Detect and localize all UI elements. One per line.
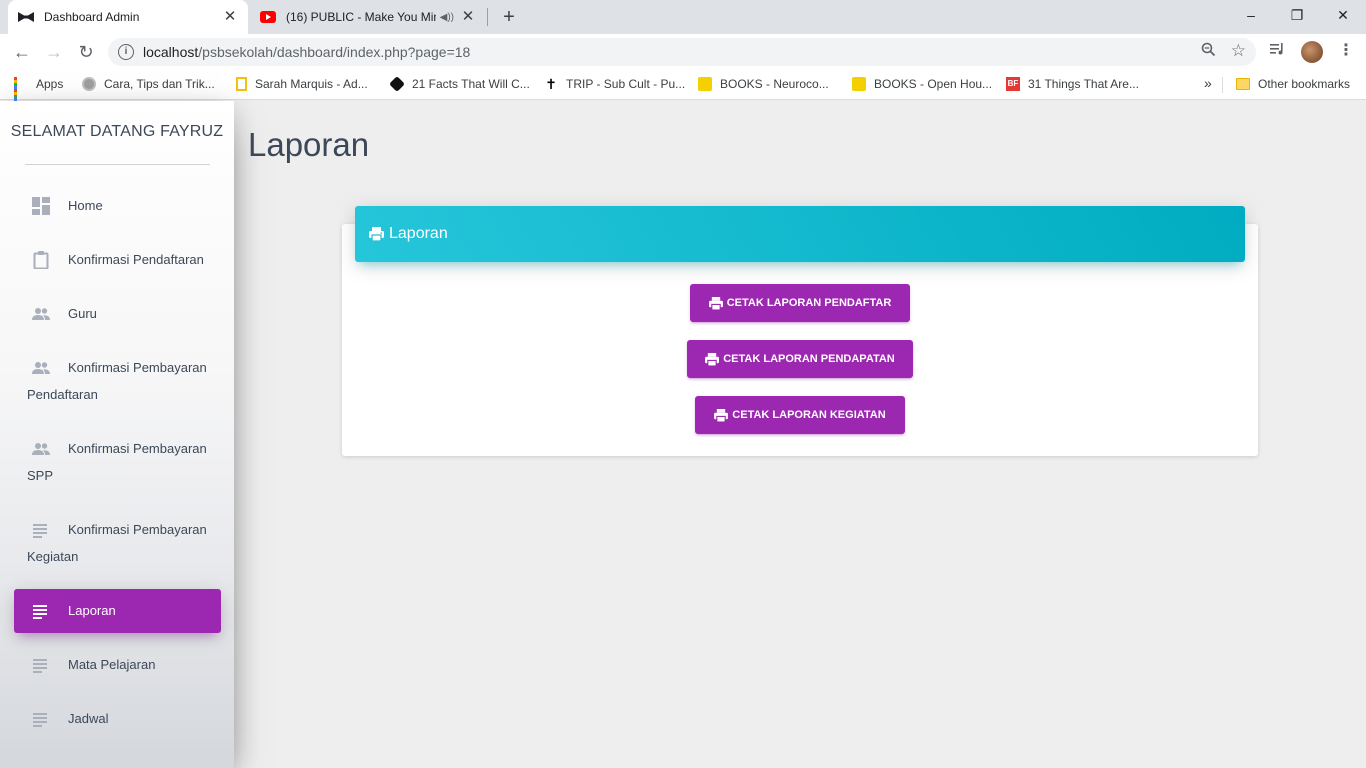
- sidebar-item-mata-pelajaran[interactable]: Mata Pelajaran: [14, 656, 221, 674]
- bookmark-star-icon[interactable]: ☆: [1231, 41, 1246, 61]
- bookmark-label: 31 Things That Are...: [1028, 77, 1139, 91]
- cetak-laporan-pendapatan-button[interactable]: CETAK LAPORAN PENDAPATAN: [687, 340, 913, 378]
- back-arrow-icon[interactable]: ←: [10, 40, 34, 64]
- restore-button[interactable]: ❐: [1274, 0, 1320, 30]
- browser-tabstrip: Dashboard Admin ✕ (16) PUBLIC - Make You…: [0, 0, 1366, 34]
- speaker-icon[interactable]: ◀)): [440, 12, 454, 23]
- browser-toolbar: ← → ↻ i localhost/psbsekolah/dashboard/i…: [0, 34, 1366, 70]
- sidebar-item-guru[interactable]: Guru: [14, 305, 221, 323]
- tab-dashboard-admin[interactable]: Dashboard Admin ✕: [8, 0, 248, 34]
- print-icon: [705, 352, 720, 366]
- sidebar-item-label-line2: Kegiatan: [27, 549, 79, 564]
- bookmark-31-things[interactable]: BF 31 Things That Are...: [1006, 77, 1139, 91]
- bookmark-sarah-marquis[interactable]: Sarah Marquis - Ad...: [236, 77, 368, 91]
- bookmark-label: 21 Facts That Will C...: [412, 77, 530, 91]
- bookmark-21-facts[interactable]: 21 Facts That Will C...: [389, 76, 530, 92]
- sidebar: SELAMAT DATANG FAYRUZ Home Konfirmasi Pe…: [0, 101, 234, 768]
- apps-grid-icon: [14, 77, 28, 104]
- bookmark-books-neuroco[interactable]: BOOKS - Neuroco...: [698, 77, 829, 91]
- sidebar-item-label-line2: SPP: [27, 468, 54, 483]
- minimize-button[interactable]: –: [1228, 0, 1274, 30]
- profile-avatar[interactable]: [1301, 41, 1323, 63]
- youtube-icon: [260, 9, 276, 25]
- people-icon: [32, 440, 50, 458]
- print-icon: [708, 296, 723, 310]
- page-title: Laporan: [248, 126, 370, 163]
- close-window-button[interactable]: ✕: [1320, 0, 1366, 30]
- tab-divider: [487, 8, 488, 26]
- tab-title: Dashboard Admin: [44, 10, 140, 24]
- sidebar-item-pembayaran-kegiatan[interactable]: Konfirmasi Pembayaran Kegiatan: [14, 521, 221, 566]
- bookmark-label: Sarah Marquis - Ad...: [255, 77, 368, 91]
- sidebar-item-label-line2: Pendaftaran: [27, 387, 98, 402]
- sidebar-brand: SELAMAT DATANG FAYRUZ: [10, 123, 224, 140]
- bookmark-label: Apps: [36, 77, 64, 91]
- tab-youtube[interactable]: (16) PUBLIC - Make You Mine ◀)) ✕: [250, 0, 486, 34]
- close-tab-icon[interactable]: ✕: [460, 9, 476, 25]
- button-label: CETAK LAPORAN KEGIATAN: [732, 409, 886, 421]
- cetak-laporan-kegiatan-button[interactable]: CETAK LAPORAN KEGIATAN: [695, 396, 905, 434]
- bowtie-icon: [18, 9, 34, 25]
- clipboard-icon: [32, 251, 50, 270]
- bookmark-label: Cara, Tips dan Trik...: [104, 77, 215, 91]
- address-bar[interactable]: i localhost/psbsekolah/dashboard/index.p…: [108, 38, 1256, 66]
- forward-arrow-icon[interactable]: →: [42, 40, 66, 64]
- globe-icon: [82, 77, 96, 91]
- notes-icon: [32, 602, 50, 620]
- bookmark-apps[interactable]: Apps: [14, 77, 64, 104]
- dashboard-icon: [32, 197, 50, 215]
- bookmark-cara-tips[interactable]: Cara, Tips dan Trik...: [82, 77, 215, 91]
- cross-icon: ✝: [545, 76, 557, 92]
- button-label: CETAK LAPORAN PENDAFTAR: [726, 297, 892, 309]
- notes-icon: [32, 710, 50, 728]
- media-queue-icon[interactable]: [1270, 42, 1286, 60]
- sidebar-item-pembayaran-spp[interactable]: Konfirmasi Pembayaran SPP: [14, 440, 221, 485]
- card-title: Laporan: [389, 225, 448, 242]
- print-icon: [714, 408, 729, 422]
- yellow-bird-icon: [698, 77, 712, 91]
- yellow-bird-icon: [852, 77, 866, 91]
- zoom-icon[interactable]: [1201, 42, 1216, 61]
- sidebar-item-konfirmasi-pendaftaran[interactable]: Konfirmasi Pendaftaran: [14, 251, 221, 270]
- bookmark-books-open-hou[interactable]: BOOKS - Open Hou...: [852, 77, 992, 91]
- bookmark-trip-sub-cult[interactable]: ✝ TRIP - Sub Cult - Pu...: [544, 77, 685, 91]
- bookmark-label: BOOKS - Neuroco...: [720, 77, 829, 91]
- sidebar-divider: [25, 164, 210, 165]
- url-path: /psbsekolah/dashboard/index.php?page=18: [198, 44, 471, 60]
- people-icon: [32, 305, 50, 323]
- bookmarks-bar: Apps Cara, Tips dan Trik... Sarah Marqui…: [0, 70, 1366, 104]
- reload-icon[interactable]: ↻: [74, 40, 98, 64]
- button-label: CETAK LAPORAN PENDAPATAN: [723, 353, 895, 365]
- bookmark-label: TRIP - Sub Cult - Pu...: [566, 77, 686, 91]
- bookmarks-divider: [1222, 77, 1223, 93]
- bf-icon: BF: [1006, 77, 1020, 91]
- yellow-frame-icon: [236, 77, 247, 91]
- card-header: Laporan: [355, 206, 1245, 262]
- info-icon[interactable]: i: [118, 44, 134, 60]
- notes-icon: [32, 521, 50, 539]
- cetak-laporan-pendaftar-button[interactable]: CETAK LAPORAN PENDAFTAR: [690, 284, 910, 322]
- menu-kebab-icon[interactable]: ⋮: [1338, 40, 1354, 60]
- sidebar-item-jadwal[interactable]: Jadwal: [14, 710, 221, 728]
- bookmark-label: Other bookmarks: [1258, 77, 1351, 91]
- folder-icon: [1236, 78, 1250, 90]
- new-tab-button[interactable]: +: [498, 6, 520, 28]
- notes-icon: [32, 656, 50, 674]
- close-tab-icon[interactable]: ✕: [222, 9, 238, 25]
- sidebar-item-pembayaran-pendaftaran[interactable]: Konfirmasi Pembayaran Pendaftaran: [14, 359, 221, 404]
- url-host: localhost: [143, 44, 199, 60]
- tab-title: (16) PUBLIC - Make You Mine: [286, 10, 436, 24]
- url-text[interactable]: localhost/psbsekolah/dashboard/index.php…: [143, 44, 470, 60]
- sidebar-item-home[interactable]: Home: [14, 197, 221, 215]
- black-badge-icon: [389, 76, 405, 92]
- people-icon: [32, 359, 50, 377]
- sidebar-item-laporan[interactable]: Laporan: [14, 589, 221, 633]
- other-bookmarks[interactable]: Other bookmarks: [1236, 77, 1350, 91]
- print-icon: [369, 227, 384, 241]
- more-bookmarks-chevron[interactable]: »: [1204, 75, 1212, 91]
- bookmark-label: BOOKS - Open Hou...: [874, 77, 993, 91]
